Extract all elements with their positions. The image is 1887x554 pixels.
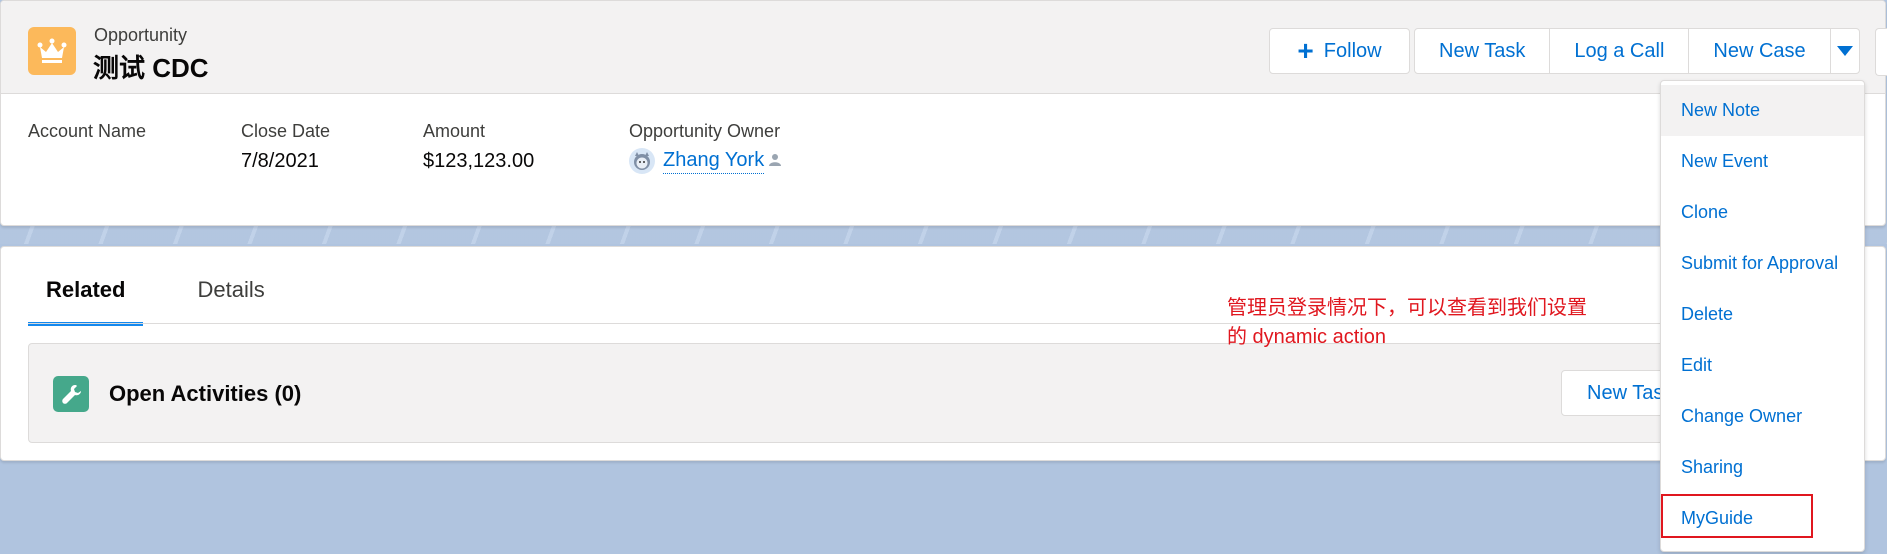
menu-item-submit-for-approval[interactable]: Submit for Approval	[1661, 238, 1864, 289]
annotation-text: 管理员登录情况下，可以查看到我们设置 的 dynamic action	[1227, 294, 1647, 352]
related-list-title: Open Activities (0)	[109, 381, 302, 406]
record-header: Opportunity 测试 CDC + Follow New Task Log…	[0, 0, 1887, 226]
owner-row: Zhang York	[629, 148, 784, 174]
field-value: $123,123.00	[423, 150, 535, 172]
user-hover-icon[interactable]	[768, 151, 784, 172]
field-account-name: Account Name	[28, 121, 146, 150]
field-label: Opportunity Owner	[629, 121, 781, 141]
menu-item-edit[interactable]: Edit	[1661, 340, 1864, 391]
more-actions-button[interactable]	[1831, 29, 1859, 73]
wrench-icon	[53, 376, 89, 412]
tabset-card: Related Details Open Activities (0) New …	[0, 246, 1886, 461]
tab-related[interactable]: Related	[28, 277, 144, 326]
menu-item-delete[interactable]: Delete	[1661, 289, 1864, 340]
field-close-date: Close Date 7/8/2021	[241, 121, 330, 173]
tab-details[interactable]: Details	[179, 277, 282, 325]
follow-label: Follow	[1323, 39, 1382, 62]
field-label: Account Name	[28, 121, 147, 141]
field-amount: Amount $123,123.00	[423, 121, 534, 173]
log-a-call-button[interactable]: Log a Call	[1550, 29, 1690, 73]
field-label: Close Date	[241, 121, 331, 141]
tab-bar: Related Details	[28, 277, 283, 326]
menu-item-clone[interactable]: Clone	[1661, 187, 1864, 238]
avatar	[629, 148, 655, 174]
menu-item-new-event[interactable]: New Event	[1661, 136, 1864, 187]
menu-item-change-owner[interactable]: Change Owner	[1661, 391, 1864, 442]
actions-button-group: New Task Log a Call New Case	[1414, 28, 1860, 74]
overflow-button-edge[interactable]	[1875, 28, 1887, 76]
field-opportunity-owner: Opportunity Owner Zhang York	[629, 121, 784, 174]
new-case-button[interactable]: New Case	[1689, 29, 1831, 73]
menu-item-sharing[interactable]: Sharing	[1661, 442, 1864, 493]
field-value: 7/8/2021	[241, 150, 319, 172]
owner-link[interactable]: Zhang York	[663, 149, 765, 174]
annotation-line-1: 管理员登录情况下，可以查看到我们设置	[1227, 297, 1587, 319]
crown-icon	[28, 27, 76, 75]
annotation-highlight-box	[1661, 494, 1813, 538]
new-task-button[interactable]: New Task	[1415, 29, 1551, 73]
object-type-label: Opportunity	[94, 25, 188, 45]
annotation-line-2: 的 dynamic action	[1227, 326, 1386, 348]
chevron-down-icon	[1836, 46, 1853, 56]
open-activities-card: Open Activities (0) New Task	[28, 343, 1858, 443]
follow-button[interactable]: + Follow	[1270, 29, 1409, 73]
actions-dropdown-menu: New Note New Event Clone Submit for Appr…	[1660, 80, 1865, 552]
header-top: Opportunity 测试 CDC + Follow New Task Log…	[1, 1, 1887, 94]
record-title: 测试 CDC	[93, 53, 209, 83]
field-label: Amount	[423, 121, 486, 141]
follow-button-group: + Follow	[1269, 28, 1410, 74]
menu-item-new-note[interactable]: New Note	[1661, 85, 1864, 136]
plus-icon: +	[1297, 35, 1314, 66]
